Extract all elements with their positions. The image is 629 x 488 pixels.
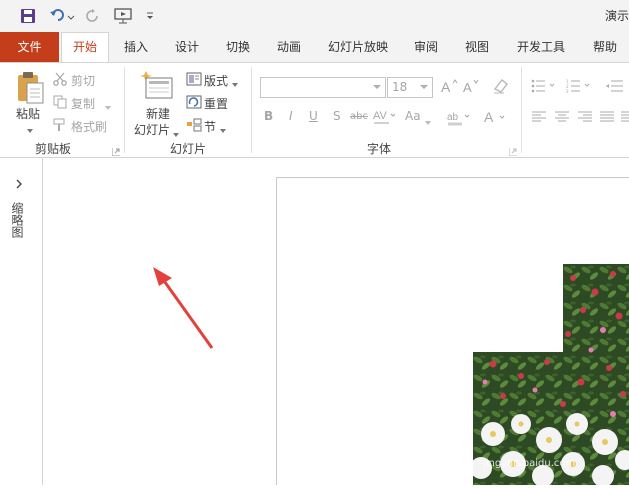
font-group-label: 字体 (366, 142, 391, 156)
tab-design[interactable]: 设计 (167, 32, 207, 62)
italic-icon[interactable]: I (289, 109, 293, 123)
justify-icon[interactable] (599, 111, 615, 126)
font-size-combo[interactable]: 18 (387, 77, 433, 98)
reset-button[interactable]: 重置 (204, 95, 228, 112)
section-icon[interactable] (186, 118, 202, 135)
svg-text:3: 3 (566, 89, 569, 93)
save-icon[interactable] (18, 6, 38, 26)
underline-icon[interactable]: U (309, 109, 318, 123)
svg-text:A: A (484, 109, 494, 125)
tab-help[interactable]: 帮助 (585, 32, 625, 62)
ribbon-separator (124, 67, 125, 153)
tab-view[interactable]: 视图 (457, 32, 497, 62)
change-case-button[interactable]: Aa (405, 109, 421, 123)
layout-button[interactable]: 版式 (204, 72, 228, 89)
tab-animations[interactable]: 动画 (269, 32, 309, 62)
tab-home[interactable]: 开始 (61, 32, 109, 63)
cut-icon[interactable] (53, 72, 67, 89)
slideshow-from-start-icon[interactable] (112, 6, 134, 26)
format-painter-button[interactable]: 格式刷 (71, 118, 107, 135)
section-button[interactable]: 节 (204, 118, 216, 135)
text-shadow-icon[interactable]: S (333, 109, 341, 123)
ribbon-separator (251, 67, 252, 153)
bullets-icon[interactable] (531, 79, 559, 96)
new-slide-label-line1[interactable]: 新建 (146, 105, 170, 122)
align-center-icon[interactable] (554, 111, 570, 126)
paste-icon[interactable] (14, 71, 46, 108)
copy-button[interactable]: 复制 (71, 95, 95, 112)
svg-text:A: A (463, 80, 472, 95)
align-left-icon[interactable] (531, 111, 547, 126)
expand-pane-icon[interactable] (14, 178, 24, 192)
new-slide-dropdown-icon[interactable] (172, 127, 180, 141)
columns-icon[interactable] (620, 111, 629, 126)
customize-toolbar-icon[interactable] (144, 6, 156, 26)
cut-button[interactable]: 剪切 (71, 72, 95, 89)
font-color-icon[interactable]: A (484, 109, 508, 130)
paste-dropdown-icon[interactable] (26, 123, 34, 137)
chevron-down-icon[interactable] (373, 85, 381, 89)
undo-icon[interactable] (48, 6, 76, 26)
flower-photo[interactable] (473, 264, 629, 485)
copy-dropdown-icon[interactable] (104, 100, 112, 114)
change-case-dropdown-icon[interactable] (424, 115, 432, 129)
align-right-icon[interactable] (577, 111, 593, 126)
chevron-down-icon[interactable] (420, 85, 428, 89)
svg-text:ab: ab (447, 112, 459, 123)
quick-access-toolbar: 演示 (0, 0, 629, 32)
increase-font-size-icon[interactable]: A (441, 77, 459, 98)
strikethrough-button[interactable]: abc (350, 111, 368, 122)
decrease-font-size-icon[interactable]: A (463, 77, 481, 98)
redo-icon[interactable] (84, 6, 102, 26)
ribbon-separator (521, 67, 522, 153)
font-name-combo[interactable] (260, 77, 386, 98)
section-dropdown-icon[interactable] (219, 123, 227, 137)
format-painter-icon[interactable] (53, 118, 67, 135)
ribbon: 粘贴 剪切 复制 格式刷 剪贴板 新建 幻灯片 版式 重置 节 幻灯片 18 A… (0, 62, 629, 158)
decrease-indent-icon[interactable] (605, 79, 625, 96)
bold-icon[interactable]: B (264, 109, 273, 123)
tab-slideshow[interactable]: 幻灯片放映 (322, 32, 394, 62)
svg-text:AV: AV (373, 110, 388, 122)
thumbnail-pane-label[interactable]: 缩略图 (10, 202, 26, 238)
slides-group-label: 幻灯片 (169, 142, 206, 156)
tab-file[interactable]: 文件 (0, 32, 59, 62)
new-slide-label-line2[interactable]: 幻灯片 (134, 121, 170, 138)
clipboard-launcher-icon[interactable] (111, 145, 120, 157)
numbering-icon[interactable]: 123 (566, 79, 594, 96)
font-launcher-icon[interactable] (508, 145, 517, 157)
paste-button-label[interactable]: 粘贴 (16, 105, 40, 122)
tab-developer[interactable]: 开发工具 (509, 32, 573, 62)
svg-text:A: A (441, 79, 451, 95)
watermark-url: jingyan.baidu.com (483, 458, 576, 469)
thumbnail-pane: 缩略图 (0, 158, 43, 485)
ribbon-tabs: 文件 开始 插入 设计 切换 动画 幻灯片放映 审阅 视图 开发工具 帮助 (0, 32, 629, 63)
layout-dropdown-icon[interactable] (231, 77, 239, 91)
copy-icon[interactable] (53, 95, 67, 112)
clear-formatting-icon[interactable] (492, 77, 510, 98)
clipboard-group-label: 剪贴板 (34, 142, 71, 156)
window-title: 演示 (604, 9, 629, 23)
highlight-color-icon[interactable]: ab (447, 109, 471, 130)
tab-transitions[interactable]: 切换 (218, 32, 258, 62)
tab-review[interactable]: 审阅 (406, 32, 446, 62)
reset-icon[interactable] (186, 95, 202, 112)
font-size-value: 18 (392, 80, 408, 94)
layout-icon[interactable] (186, 72, 202, 89)
character-spacing-icon[interactable]: AV (373, 109, 396, 130)
new-slide-icon[interactable] (140, 70, 174, 103)
tab-insert[interactable]: 插入 (116, 32, 156, 62)
annotation-arrow (150, 264, 220, 357)
